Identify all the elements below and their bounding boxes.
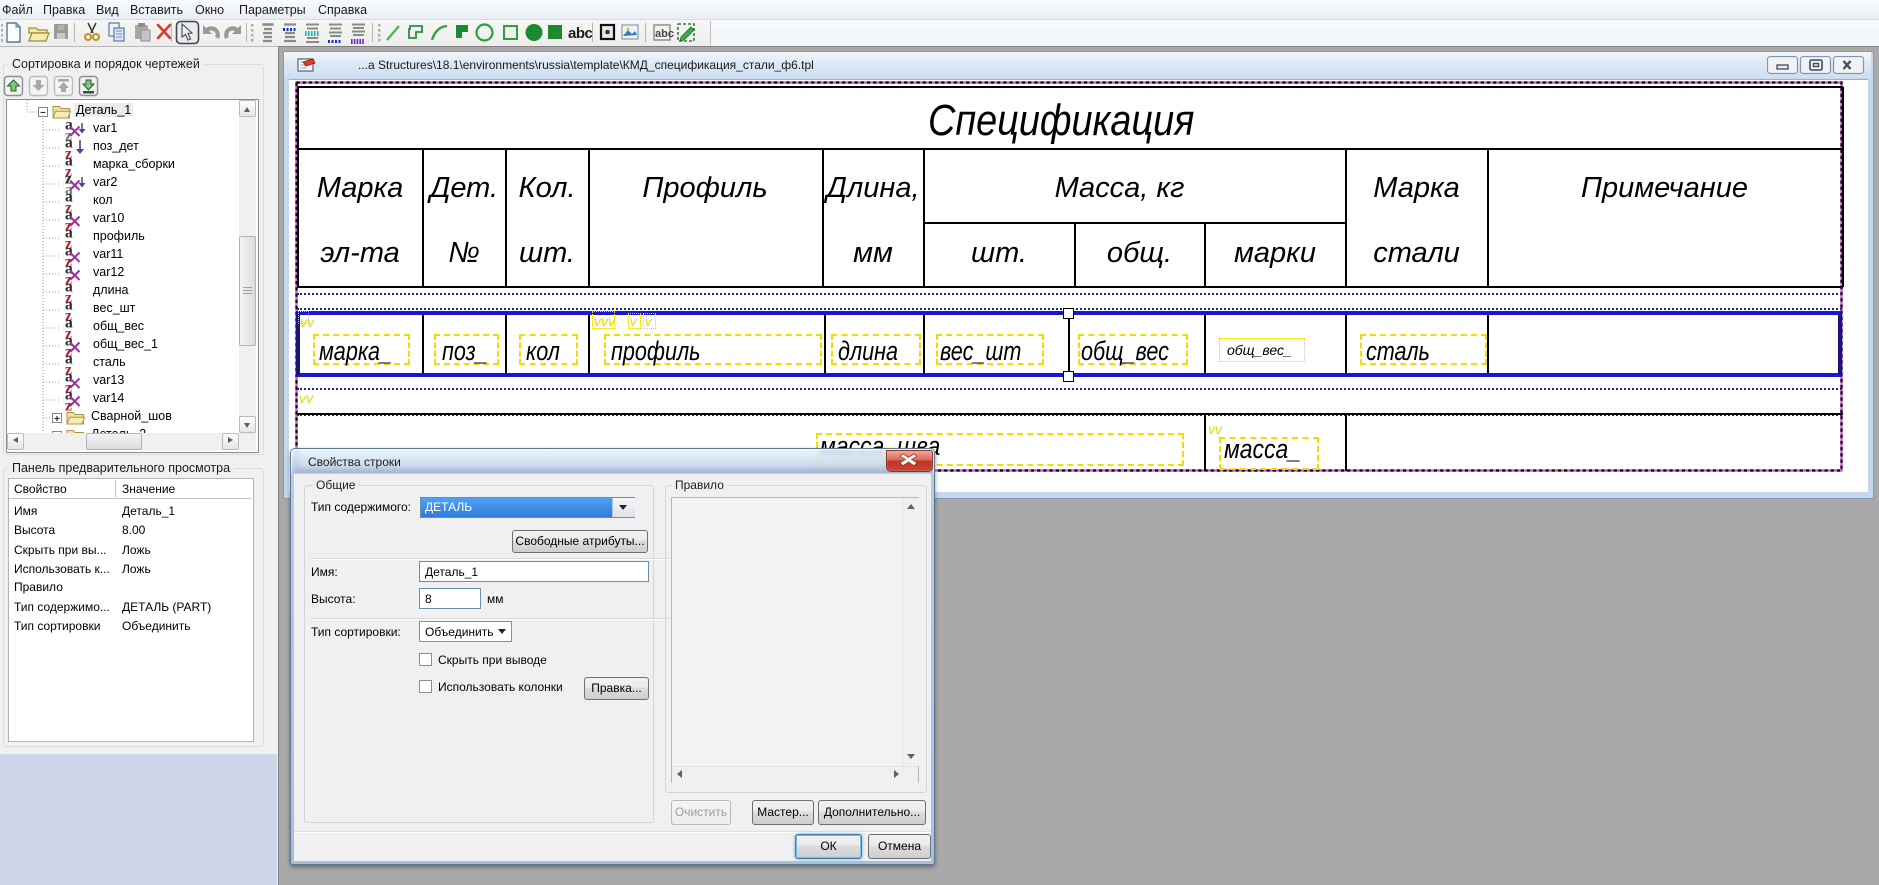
svg-text:abc: abc [655, 28, 674, 40]
svg-text:abc: abc [568, 25, 593, 42]
